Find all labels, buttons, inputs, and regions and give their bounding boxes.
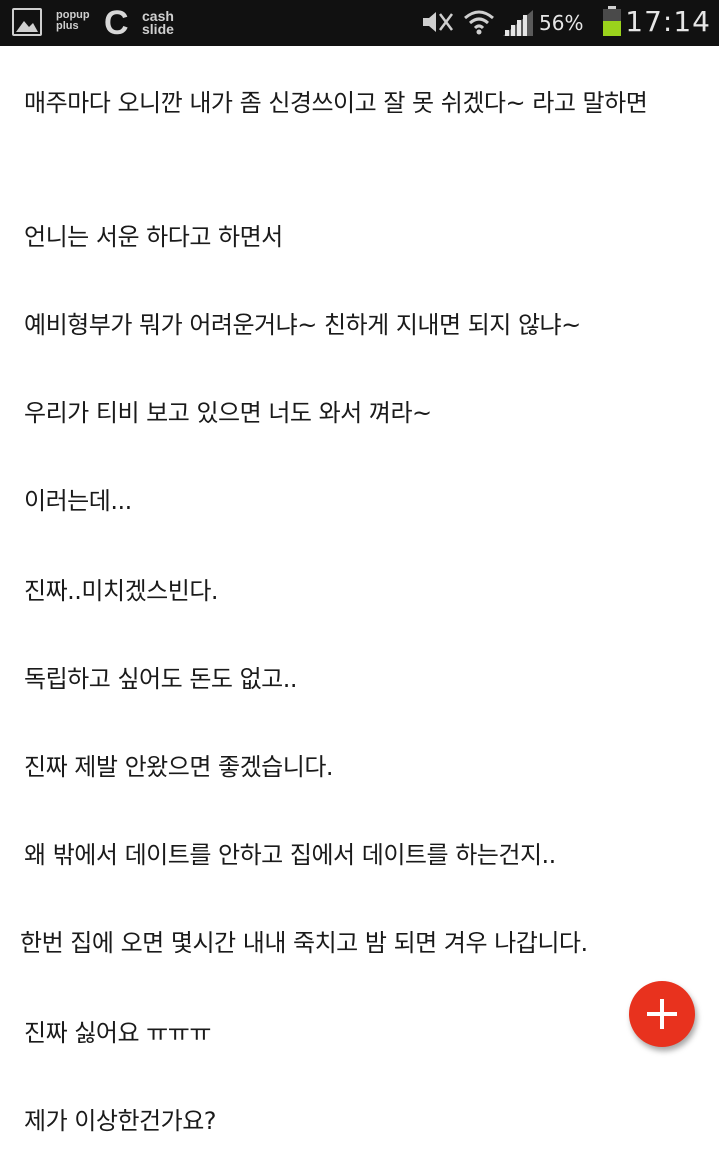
cash-slide-icon: C bbox=[104, 4, 129, 42]
post-line: 이러는데... bbox=[24, 487, 132, 515]
post-line: 왜 밖에서 데이트를 안하고 집에서 데이트를 하는건지.. bbox=[24, 841, 556, 869]
post-line: 진짜 제발 안왔으면 좋겠습니다. bbox=[24, 753, 334, 781]
post-line: 매주마다 오니깐 내가 좀 신경쓰이고 잘 못 쉬겠다~ 라고 말하면 bbox=[24, 89, 648, 117]
post-line: 독립하고 싶어도 돈도 없고.. bbox=[24, 665, 298, 693]
post-line: 제가 이상한건가요? bbox=[24, 1107, 217, 1135]
popup-plus-icon: popup plus bbox=[56, 9, 90, 32]
clock: 17:14 bbox=[625, 5, 711, 38]
wifi-icon bbox=[463, 8, 495, 44]
post-body: 매주마다 오니깐 내가 좀 신경쓰이고 잘 못 쉬겠다~ 라고 말하면 언니는 … bbox=[0, 46, 719, 1152]
gallery-icon bbox=[12, 8, 42, 36]
signal-icon bbox=[501, 8, 535, 42]
battery-percent: 56% bbox=[539, 11, 584, 35]
cash-slide-label: cash slide bbox=[142, 8, 174, 37]
post-line: 진짜 싫어요 ㅠㅠㅠ bbox=[24, 1019, 211, 1047]
battery-icon bbox=[603, 6, 621, 36]
post-line: 진짜..미치겠스빈다. bbox=[24, 577, 219, 605]
post-line: 언니는 서운 하다고 하면서 bbox=[24, 223, 283, 251]
add-button[interactable] bbox=[629, 981, 695, 1047]
post-line: 우리가 티비 보고 있으면 너도 와서 껴라~ bbox=[24, 399, 432, 427]
mute-icon bbox=[419, 8, 455, 40]
post-line: 예비형부가 뭐가 어려운거냐~ 친하게 지내면 되지 않냐~ bbox=[24, 311, 581, 339]
post-line: 한번 집에 오면 몇시간 내내 죽치고 밤 되면 겨우 나갑니다. bbox=[20, 929, 588, 957]
status-bar: popup plus C cash slide 56% 17:14 bbox=[0, 0, 719, 46]
